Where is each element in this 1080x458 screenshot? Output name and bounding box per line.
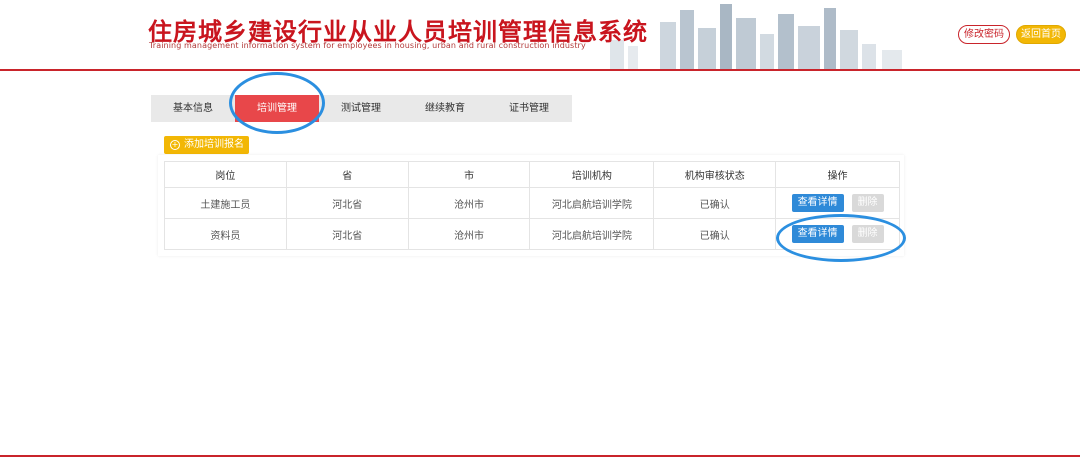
column-header-post: 岗位 [164, 161, 287, 188]
add-training-registration-label: 添加培训报名 [184, 139, 244, 150]
plus-circle-icon: + [170, 140, 180, 150]
tab-certificate-management[interactable]: 证书管理 [487, 95, 571, 122]
view-details-button[interactable]: 查看详情 [791, 194, 844, 212]
training-table: 岗位 省 市 培训机构 机构审核状态 操作 土建施工员 河北省 沧州市 河北启航… [164, 161, 900, 250]
back-home-button[interactable]: 返回首页 [1016, 25, 1066, 44]
delete-button[interactable]: 删除 [851, 225, 884, 243]
view-details-button[interactable]: 查看详情 [791, 225, 844, 243]
table-row: 土建施工员 河北省 沧州市 河北启航培训学院 已确认 查看详情 删除 [164, 187, 900, 219]
cell-province: 河北省 [285, 187, 409, 219]
main-tabs: 基本信息 培训管理 测试管理 继续教育 证书管理 [151, 95, 572, 122]
cell-post: 土建施工员 [164, 187, 287, 219]
cell-status: 已确认 [653, 187, 777, 219]
city-skyline-banner [610, 4, 902, 69]
cell-post: 资料员 [164, 218, 287, 250]
page: 住房城乡建设行业从业人员培训管理信息系统 Training management… [0, 0, 1080, 458]
tab-basic-info[interactable]: 基本信息 [151, 95, 235, 122]
footer-divider [0, 455, 1080, 457]
table-header-row: 岗位 省 市 培训机构 机构审核状态 操作 [164, 161, 900, 188]
cell-province: 河北省 [285, 218, 409, 250]
header: 住房城乡建设行业从业人员培训管理信息系统 Training management… [0, 0, 1080, 71]
column-header-status: 机构审核状态 [653, 161, 777, 188]
tab-test-management[interactable]: 测试管理 [319, 95, 403, 122]
change-password-button[interactable]: 修改密码 [958, 25, 1010, 44]
cell-actions: 查看详情 删除 [775, 218, 900, 250]
column-header-province: 省 [285, 161, 409, 188]
tab-training-management[interactable]: 培训管理 [235, 95, 319, 122]
add-training-registration-button[interactable]: + 添加培训报名 [164, 136, 249, 154]
cell-city: 沧州市 [407, 187, 531, 219]
training-table-panel: 岗位 省 市 培训机构 机构审核状态 操作 土建施工员 河北省 沧州市 河北启航… [158, 155, 904, 256]
column-header-org: 培训机构 [529, 161, 655, 188]
table-row: 资料员 河北省 沧州市 河北启航培训学院 已确认 查看详情 删除 [164, 218, 900, 250]
column-header-actions: 操作 [775, 161, 900, 188]
system-subtitle: Training management information system f… [149, 41, 586, 50]
cell-org: 河北启航培训学院 [529, 187, 655, 219]
cell-status: 已确认 [653, 218, 777, 250]
delete-button[interactable]: 删除 [851, 194, 884, 212]
column-header-city: 市 [407, 161, 531, 188]
cell-actions: 查看详情 删除 [775, 187, 900, 219]
cell-org: 河北启航培训学院 [529, 218, 655, 250]
tab-continuing-education[interactable]: 继续教育 [403, 95, 487, 122]
cell-city: 沧州市 [407, 218, 531, 250]
